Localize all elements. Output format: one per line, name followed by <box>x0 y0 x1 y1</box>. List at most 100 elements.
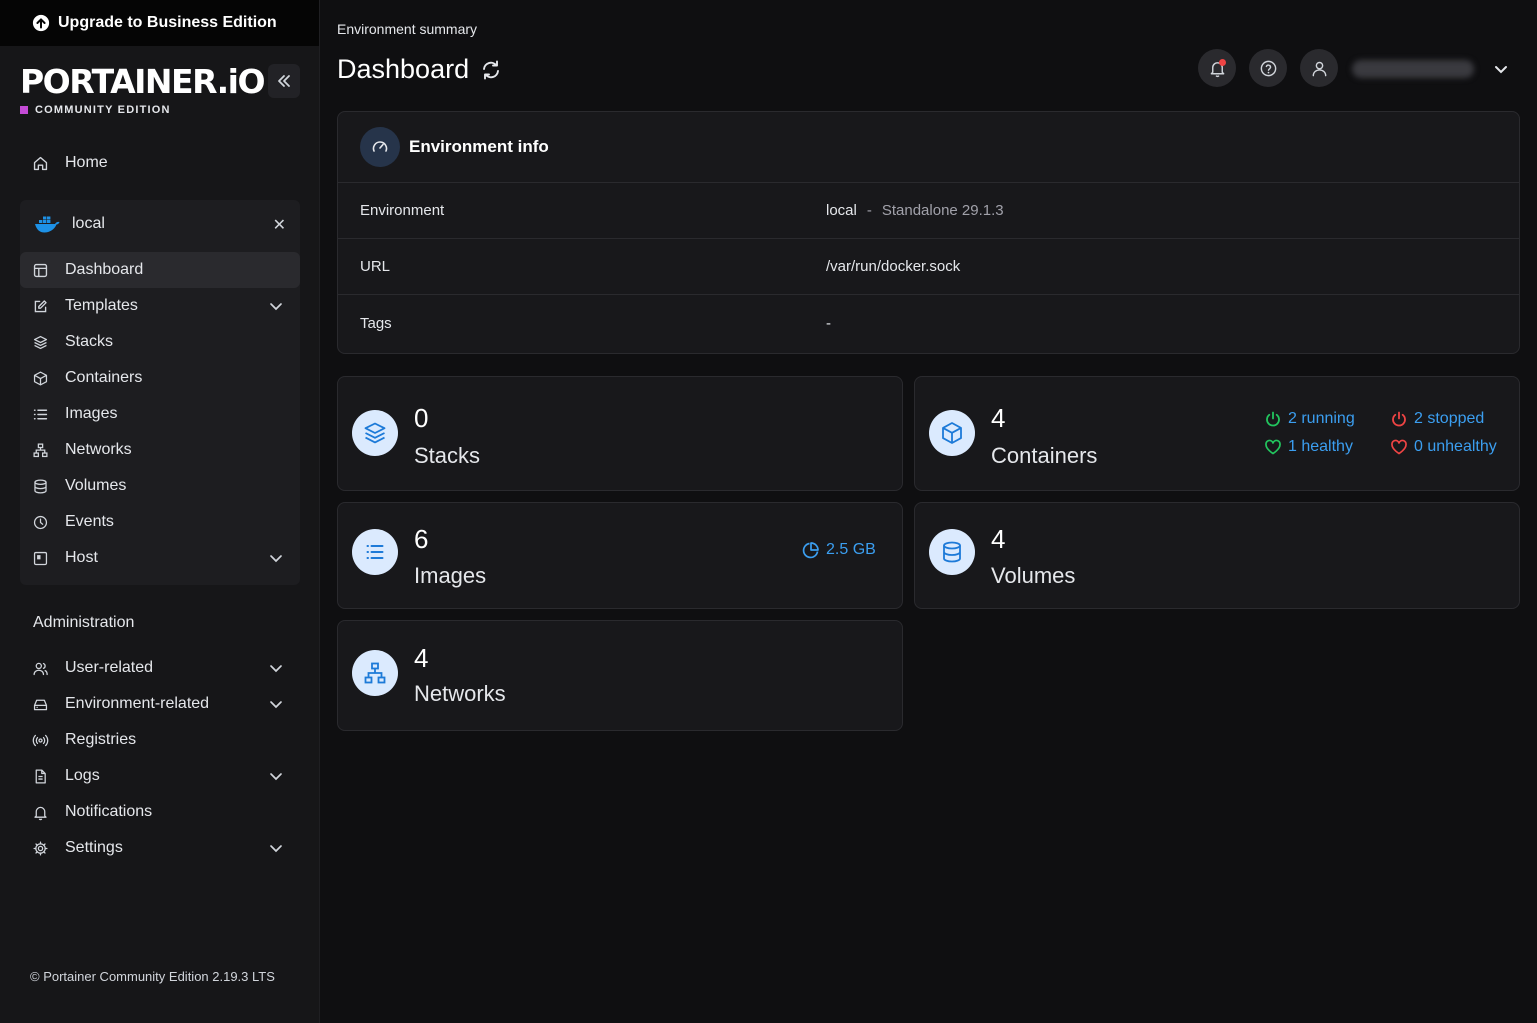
sidebar-item-label: Notifications <box>65 803 153 820</box>
sidebar-item-label: Networks <box>65 441 132 458</box>
url-row: URL /var/run/docker.sock <box>338 239 1519 295</box>
images-count: 6 <box>414 524 429 554</box>
url-value: /var/run/docker.sock <box>826 258 961 275</box>
images-label: Images <box>414 563 487 588</box>
chevron-down-icon <box>270 773 282 781</box>
sidebar-item-events[interactable]: Events <box>20 504 300 540</box>
sidebar-item-label: Host <box>65 549 98 566</box>
sidebar-item-dashboard[interactable]: Dashboard <box>20 252 300 288</box>
docker-icon <box>35 216 60 233</box>
chevron-down-icon <box>270 555 282 563</box>
networks-card[interactable]: 4 Networks <box>337 620 903 731</box>
network-icon <box>33 442 48 457</box>
chevron-down-icon <box>270 701 282 709</box>
networks-count: 4 <box>414 643 429 673</box>
sidebar-item-volumes[interactable]: Volumes <box>20 468 300 504</box>
containers-card[interactable]: 4 Containers 2 running 2 stopped 1 healt… <box>914 376 1520 491</box>
sidebar-item-registries[interactable]: Registries <box>20 722 300 758</box>
box-icon <box>929 410 975 456</box>
images-size-value: 2.5 GB <box>826 541 876 558</box>
sidebar-item-label: Dashboard <box>65 261 144 278</box>
volumes-card[interactable]: 4 Volumes <box>914 502 1520 609</box>
chevron-down-icon[interactable] <box>1492 60 1510 78</box>
notifications-button[interactable] <box>1198 49 1236 87</box>
sidebar-item-settings[interactable]: Settings <box>20 830 300 866</box>
collapse-sidebar-button[interactable] <box>268 64 300 98</box>
heart-icon <box>1391 439 1407 455</box>
file-icon <box>35 768 46 784</box>
username-redacted[interactable] <box>1352 60 1474 78</box>
edit-icon <box>34 299 47 312</box>
sidebar-item-label: Environment-related <box>65 695 210 712</box>
environment-info-title: Environment info <box>409 137 549 156</box>
close-environment-icon[interactable]: ✕ <box>273 215 286 235</box>
environment-header: local ✕ <box>20 200 300 248</box>
sidebar-item-host[interactable]: Host <box>20 540 300 576</box>
sidebar-item-environment-related[interactable]: Environment-related <box>20 686 300 722</box>
sidebar-item-label: Registries <box>65 731 137 748</box>
help-button[interactable] <box>1249 49 1287 87</box>
stopped-status[interactable]: 2 stopped <box>1390 410 1484 428</box>
tags-value: - <box>826 314 831 332</box>
networks-label: Networks <box>414 681 506 706</box>
healthy-count: 1 healthy <box>1288 438 1353 455</box>
version-footer: © Portainer Community Edition 2.19.3 LTS <box>30 969 275 984</box>
arrow-up-circle-icon <box>32 14 50 32</box>
sidebar-item-stacks[interactable]: Stacks <box>20 324 300 360</box>
environment-name-value: local <box>826 202 857 219</box>
url-label: URL <box>360 258 391 275</box>
bell-icon <box>34 806 47 820</box>
running-count: 2 running <box>1288 410 1355 427</box>
environment-value: local - Standalone 29.1.3 <box>826 202 1004 219</box>
environment-separator: - <box>866 202 872 219</box>
host-icon <box>33 551 48 565</box>
list-icon <box>33 409 48 419</box>
running-status[interactable]: 2 running <box>1264 410 1355 428</box>
gauge-icon <box>360 127 400 167</box>
sidebar-item-templates[interactable]: Templates <box>20 288 300 324</box>
refresh-icon[interactable] <box>480 59 502 81</box>
tags-label: Tags <box>360 314 392 332</box>
healthy-status[interactable]: 1 healthy <box>1264 438 1353 456</box>
upgrade-label: Upgrade to Business Edition <box>58 14 277 31</box>
sidebar-item-images[interactable]: Images <box>20 396 300 432</box>
heart-icon <box>1265 439 1281 455</box>
portainer-logo[interactable]: PORTAINER.iO COMMUNITY EDITION <box>20 62 266 116</box>
unhealthy-status[interactable]: 0 unhealthy <box>1390 438 1497 456</box>
user-avatar-button[interactable] <box>1300 49 1338 87</box>
sidebar-item-containers[interactable]: Containers <box>20 360 300 396</box>
layers-icon <box>33 335 48 349</box>
chevron-down-icon <box>270 845 282 853</box>
sidebar-item-label: Logs <box>65 767 100 784</box>
environment-info-header: Environment info <box>338 112 1519 183</box>
chevron-down-icon <box>270 303 282 311</box>
environment-name: local <box>72 215 105 232</box>
power-icon <box>1392 411 1406 427</box>
power-icon <box>1266 411 1280 427</box>
gear-icon <box>33 840 48 856</box>
chevron-down-icon <box>270 665 282 673</box>
upgrade-button[interactable]: Upgrade to Business Edition <box>0 0 319 46</box>
dashboard-icon <box>33 263 48 277</box>
database-icon <box>929 529 975 575</box>
containers-count: 4 <box>991 403 1006 433</box>
sidebar-item-label: Containers <box>65 369 143 386</box>
clock-icon <box>33 515 48 529</box>
sidebar-item-home[interactable]: Home <box>20 145 300 181</box>
sidebar-item-networks[interactable]: Networks <box>20 432 300 468</box>
page-title-text: Dashboard <box>337 54 470 84</box>
sidebar-item-notifications[interactable]: Notifications <box>20 794 300 830</box>
sidebar-item-label: Volumes <box>65 477 127 494</box>
environment-detail: Standalone 29.1.3 <box>881 202 1004 219</box>
stacks-card[interactable]: 0 Stacks <box>337 376 903 491</box>
sidebar-item-logs[interactable]: Logs <box>20 758 300 794</box>
stacks-count: 0 <box>414 403 429 433</box>
containers-label: Containers <box>991 443 1098 468</box>
radio-icon <box>32 734 49 746</box>
sidebar-item-label: Templates <box>65 297 138 314</box>
environment-label: Environment <box>360 202 445 219</box>
users-icon <box>33 662 48 675</box>
user-icon <box>1312 61 1326 76</box>
sidebar-item-user-related[interactable]: User-related <box>20 650 300 686</box>
images-card[interactable]: 6 Images 2.5 GB <box>337 502 903 609</box>
